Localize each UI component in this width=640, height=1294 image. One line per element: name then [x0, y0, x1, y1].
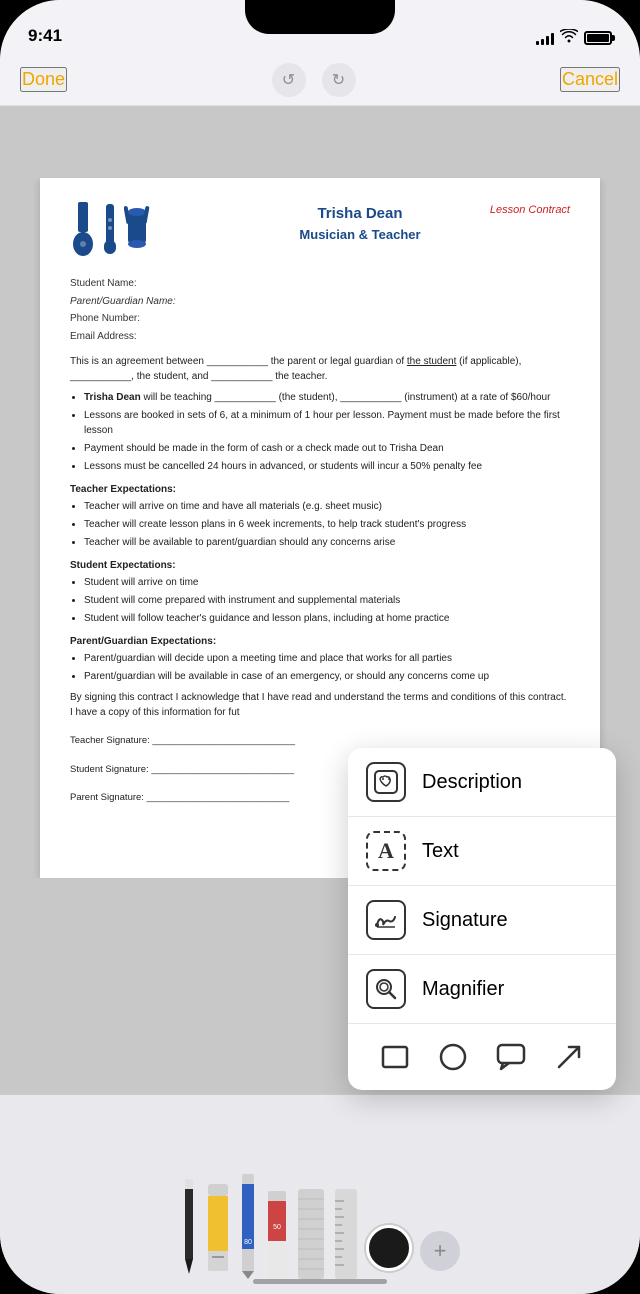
popup-text-item[interactable]: A Text	[348, 817, 616, 886]
undo-button[interactable]: ↺	[272, 63, 306, 97]
description-label: Description	[422, 771, 522, 794]
redo-button[interactable]: ↻	[322, 63, 356, 97]
notch	[245, 0, 395, 34]
agreement-text: This is an agreement between ___________…	[70, 354, 570, 384]
term-3: Payment should be made in the form of ca…	[84, 441, 570, 456]
student-expectations-header: Student Expectations:	[70, 558, 570, 573]
signature-icon	[366, 900, 406, 940]
done-button[interactable]: Done	[20, 67, 67, 92]
cancel-button[interactable]: Cancel	[560, 67, 620, 92]
term-2: Lessons are booked in sets of 6, at a mi…	[84, 408, 570, 438]
wifi-icon	[560, 29, 578, 46]
blue-pen-tool[interactable]: 80	[238, 1174, 258, 1279]
circle-shape[interactable]	[434, 1038, 472, 1076]
pencil-tool[interactable]	[180, 1179, 198, 1279]
signal-icon	[536, 31, 554, 45]
undo-icon: ↺	[282, 70, 295, 90]
popup-signature-item[interactable]: Signature	[348, 886, 616, 955]
popup-magnifier-item[interactable]: Magnifier	[348, 955, 616, 1024]
nav-actions: ↺ ↻	[272, 63, 356, 97]
status-icons	[536, 29, 612, 46]
description-icon	[366, 762, 406, 802]
status-time: 9:41	[28, 26, 62, 46]
shapes-row	[348, 1024, 616, 1090]
doc-body: This is an agreement between ___________…	[70, 354, 570, 720]
student-expectations: Student will arrive on time Student will…	[84, 575, 570, 626]
rectangle-shape[interactable]	[376, 1038, 414, 1076]
sig-teacher: Teacher Signature: _____________________…	[70, 734, 570, 749]
eraser-tool[interactable]: 50	[266, 1191, 288, 1279]
teacher-subtitle: Musician & Teacher	[150, 225, 570, 245]
color-circle[interactable]	[366, 1225, 412, 1271]
general-terms: Trisha Dean will be teaching ___________…	[84, 390, 570, 474]
ruler-scale-tool[interactable]	[334, 1189, 358, 1279]
field-phone: Phone Number:	[70, 311, 570, 327]
parent-expectations-header: Parent/Guardian Expectations:	[70, 634, 570, 649]
term-4: Lessons must be cancelled 24 hours in ad…	[84, 459, 570, 474]
svg-text:50: 50	[273, 1224, 281, 1231]
arrow-shape[interactable]	[550, 1038, 588, 1076]
doc-top-spacer	[0, 106, 640, 178]
svg-text:80: 80	[244, 1239, 252, 1246]
drum-icon	[124, 202, 150, 256]
magnifier-label: Magnifier	[422, 978, 504, 1001]
callout-shape[interactable]	[492, 1038, 530, 1076]
field-guardian-name: Parent/Guardian Name:	[70, 294, 570, 310]
text-label: Text	[422, 840, 459, 863]
term-1: Trisha Dean will be teaching ___________…	[84, 390, 570, 405]
guitar-icon	[70, 202, 96, 256]
add-tool-button[interactable]: +	[420, 1231, 460, 1275]
plus-icon[interactable]: +	[420, 1231, 460, 1271]
field-email: Email Address:	[70, 329, 570, 345]
popup-description-item[interactable]: Description	[348, 748, 616, 817]
signature-label: Signature	[422, 909, 508, 932]
redo-icon: ↻	[332, 70, 345, 90]
field-student-name: Student Name:	[70, 276, 570, 292]
bottom-toolbar: 80 50	[0, 1094, 640, 1294]
saxophone-icon	[100, 202, 120, 256]
doc-fields: Student Name: Parent/Guardian Name: Phon…	[70, 276, 570, 344]
tools-row: 80 50	[0, 1095, 640, 1279]
closing-text: By signing this contract I acknowledge t…	[70, 690, 570, 720]
app-content: Done ↺ ↻ Cancel	[0, 54, 640, 1294]
instruments-logo	[70, 202, 150, 256]
magnifier-icon	[366, 969, 406, 1009]
home-indicator	[253, 1279, 387, 1284]
nav-bar: Done ↺ ↻ Cancel	[0, 54, 640, 106]
doc-header: Trisha Dean Musician & Teacher Lesson Co…	[70, 202, 570, 260]
popup-menu: Description A Text	[348, 748, 616, 1090]
texture-tool[interactable]	[296, 1189, 326, 1279]
parent-expectations: Parent/guardian will decide upon a meeti…	[84, 651, 570, 684]
color-selector[interactable]	[366, 1225, 412, 1275]
yellow-highlighter-tool[interactable]	[206, 1184, 230, 1279]
teacher-expectations-header: Teacher Expectations:	[70, 482, 570, 497]
text-icon: A	[366, 831, 406, 871]
battery-icon	[584, 31, 612, 45]
contract-label: Lesson Contract	[490, 202, 570, 219]
teacher-expectations: Teacher will arrive on time and have all…	[84, 499, 570, 550]
